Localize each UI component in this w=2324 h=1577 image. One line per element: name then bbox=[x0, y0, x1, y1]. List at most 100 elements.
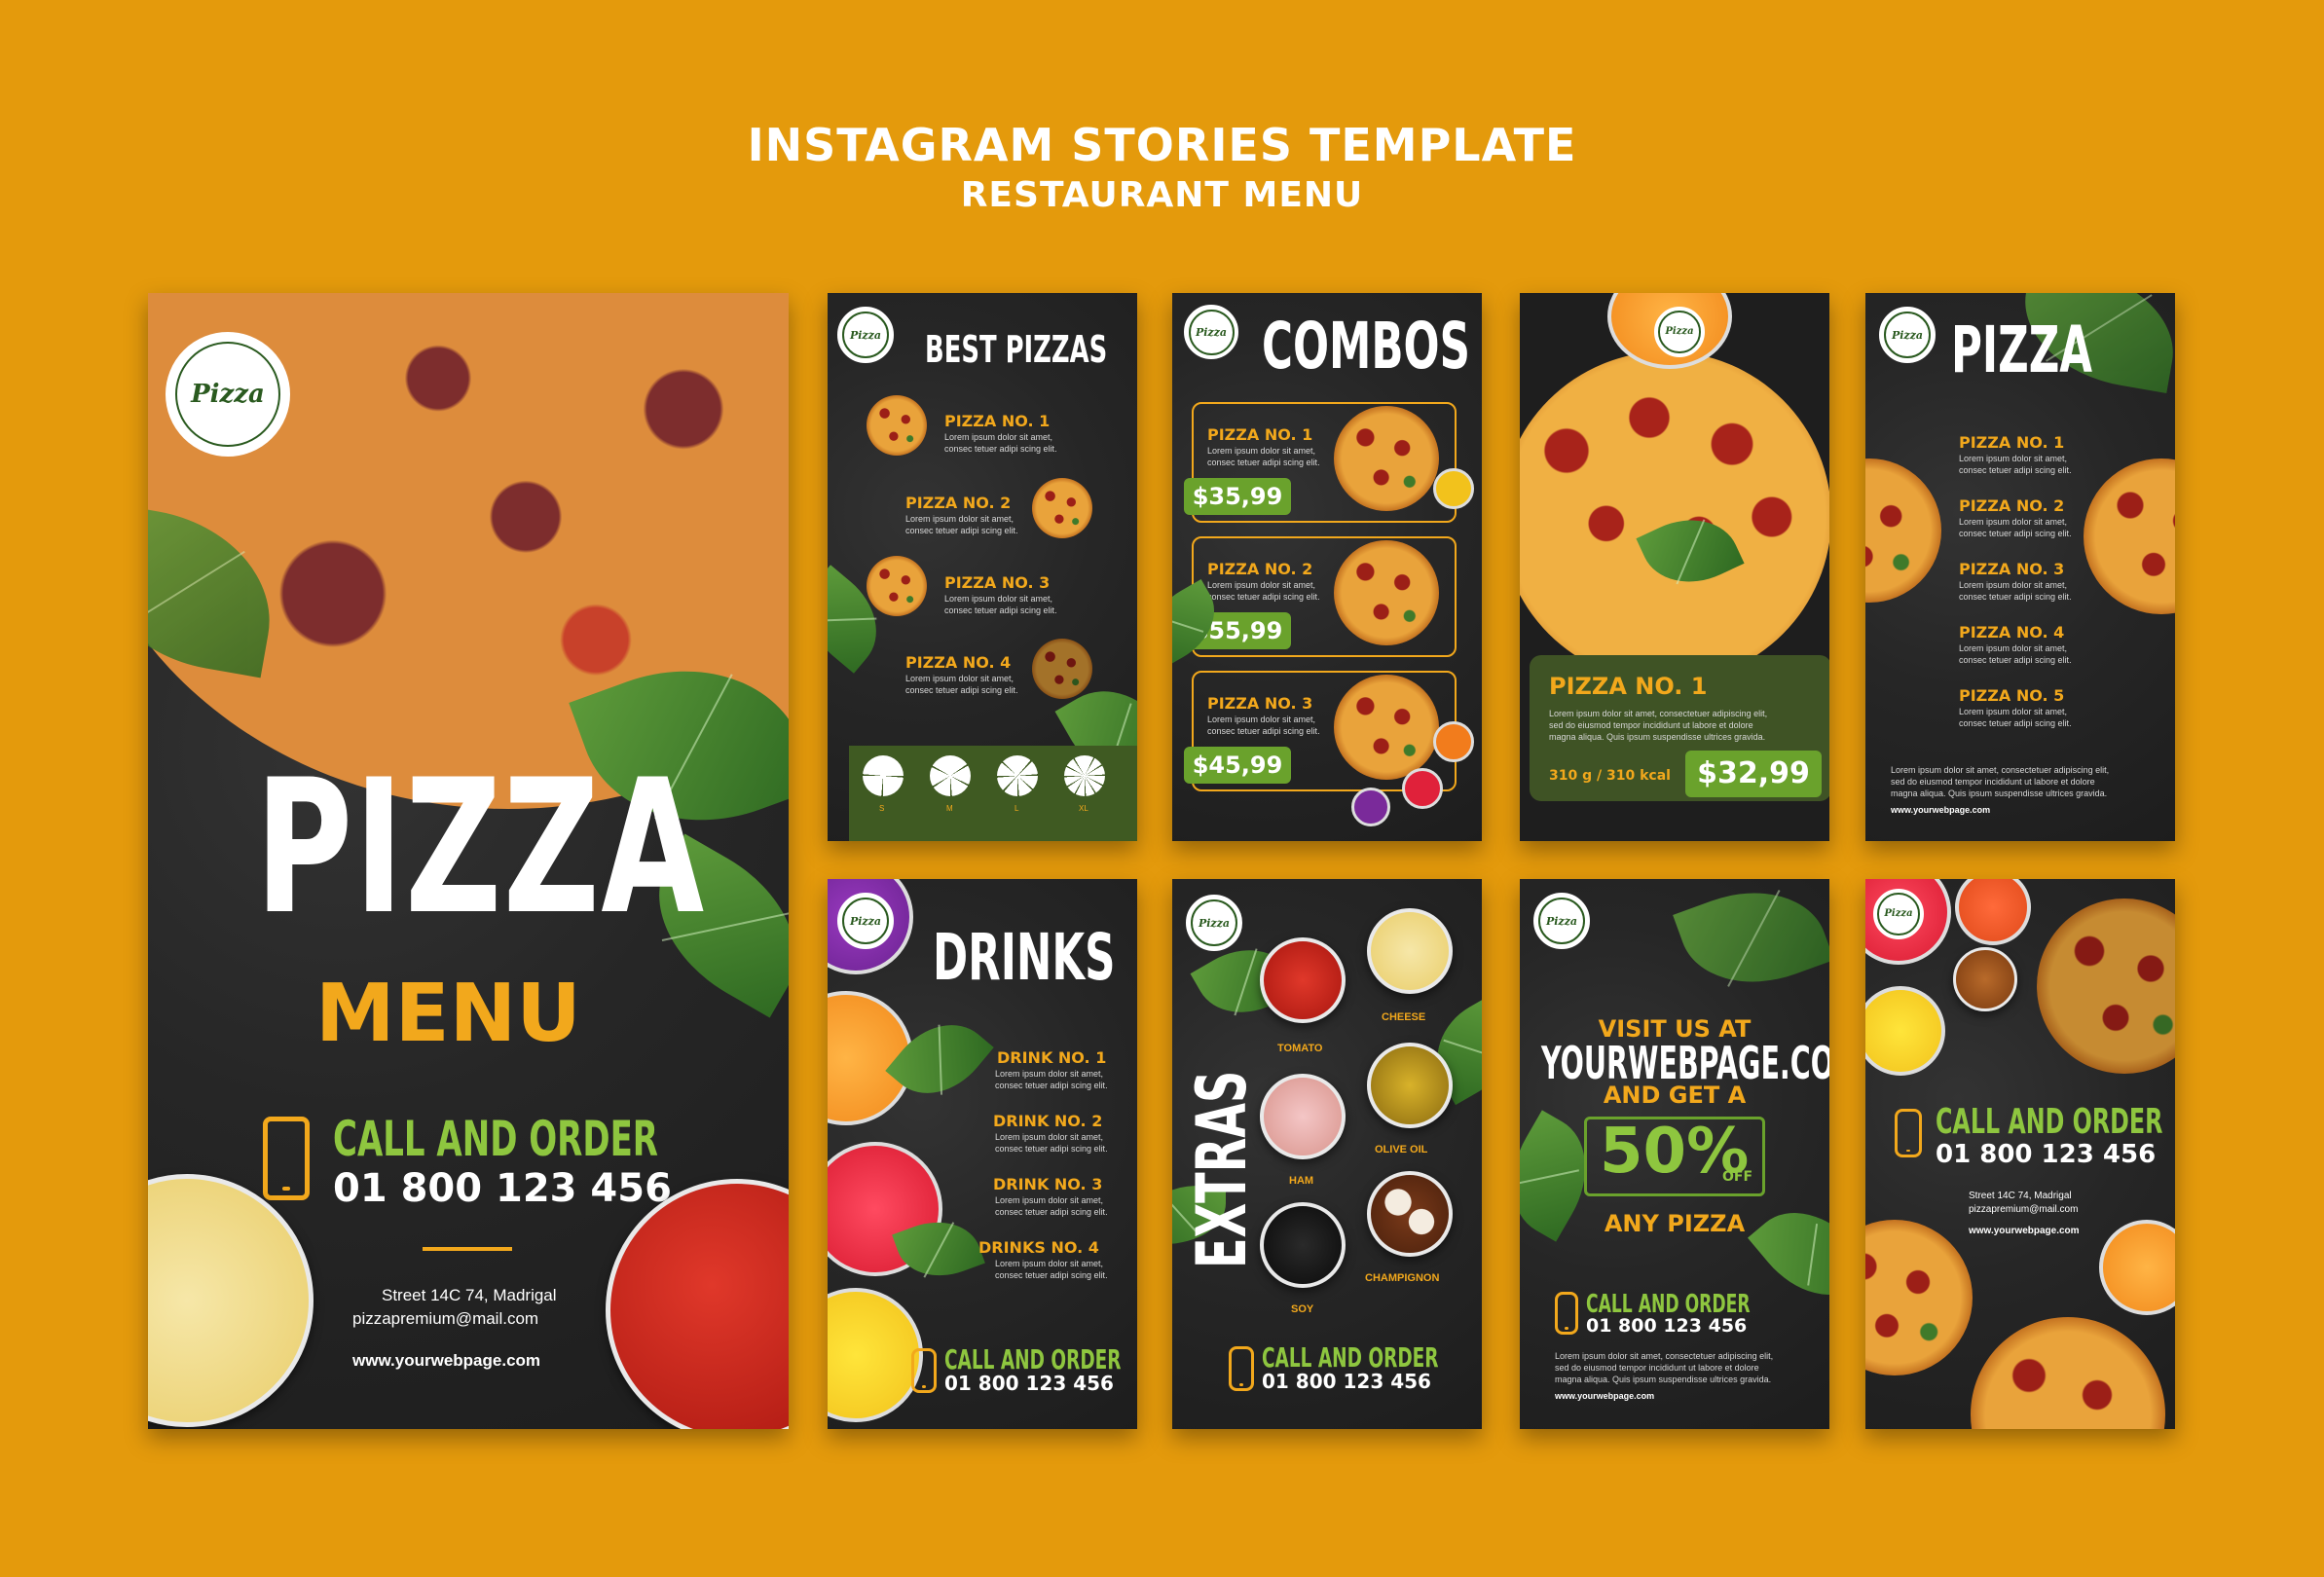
pizza-logo: Pizza bbox=[1533, 893, 1590, 949]
cheese-bowl bbox=[1367, 908, 1453, 994]
pizza-image bbox=[2084, 458, 2175, 614]
size-l-icon[interactable] bbox=[997, 755, 1038, 796]
pizza-image bbox=[1865, 458, 1941, 603]
story-card-extras[interactable]: Pizza EXTRAS TOMATO CHEESE HAM OLIVE OIL… bbox=[1172, 879, 1482, 1429]
drink-item-title: DRINK NO. 2 bbox=[993, 1112, 1103, 1130]
website[interactable]: www.yourwebpage.com bbox=[1891, 805, 1990, 815]
pizza-item-desc: consec tetuer adipi scing elit. bbox=[905, 526, 1018, 535]
pizza-item-desc: Lorem ipsum dolor sit amet, bbox=[905, 674, 1014, 683]
pizza-image bbox=[2037, 899, 2175, 1074]
story-card-drinks[interactable]: Pizza DRINKS DRINK NO. 1 Lorem ipsum dol… bbox=[828, 879, 1137, 1429]
combo-desc: consec tetuer adipi scing elit. bbox=[1207, 458, 1320, 467]
combo-desc: consec tetuer adipi scing elit. bbox=[1207, 726, 1320, 736]
pizza-item-desc: consec tetuer adipi scing elit. bbox=[944, 605, 1057, 615]
discount-off: OFF bbox=[1722, 1169, 1753, 1185]
extra-label: CHAMPIGNON bbox=[1365, 1272, 1440, 1284]
pizza-logo: Pizza bbox=[837, 307, 894, 363]
drink-item-title: DRINK NO. 1 bbox=[997, 1048, 1107, 1067]
pizza-logo: Pizza bbox=[166, 332, 290, 457]
drink-item-desc: Lorem ipsum dolor sit amet, bbox=[995, 1132, 1104, 1142]
cta-text[interactable]: CALL AND ORDER bbox=[333, 1115, 658, 1163]
size-s-icon[interactable] bbox=[863, 755, 904, 796]
pizza-item-title: PIZZA NO. 3 bbox=[944, 573, 1051, 592]
pizza-logo: Pizza bbox=[1186, 895, 1242, 951]
feature-weight: 310 g / 310 kcal bbox=[1549, 768, 1671, 784]
pizza-image bbox=[867, 395, 927, 456]
pizza-image bbox=[1971, 1317, 2165, 1429]
size-m-icon[interactable] bbox=[930, 755, 971, 796]
website[interactable]: www.yourwebpage.com bbox=[352, 1351, 540, 1371]
size-label: S bbox=[879, 804, 885, 813]
phone-icon bbox=[1229, 1346, 1254, 1391]
combo-desc: consec tetuer adipi scing elit. bbox=[1207, 592, 1320, 602]
page-title: INSTAGRAM STORIES TEMPLATE bbox=[747, 119, 1577, 171]
basil-leaf bbox=[1748, 1188, 1829, 1320]
promo-website[interactable]: YOURWEBPAGE.COM bbox=[1541, 1039, 1829, 1088]
email[interactable]: pizzapremium@mail.com bbox=[352, 1309, 538, 1329]
phone-icon bbox=[1555, 1292, 1578, 1335]
footer-text: Lorem ipsum dolor sit amet, consectetuer… bbox=[1555, 1351, 1774, 1361]
phone-number[interactable]: 01 800 123 456 bbox=[333, 1169, 672, 1208]
basil-leaf bbox=[1673, 879, 1829, 1007]
extra-label: CHEESE bbox=[1382, 1011, 1426, 1023]
card-title: DRINKS bbox=[933, 920, 1116, 995]
drink-item-desc: consec tetuer adipi scing elit. bbox=[995, 1270, 1108, 1280]
phone-number[interactable]: 01 800 123 456 bbox=[944, 1374, 1114, 1393]
size-label: XL bbox=[1079, 804, 1088, 813]
pizza-item-desc: consec tetuer adipi scing elit. bbox=[1959, 655, 2072, 665]
email[interactable]: pizzapremium@mail.com bbox=[1969, 1204, 2078, 1215]
pizza-image bbox=[1334, 540, 1439, 645]
drink-glass bbox=[2099, 1220, 2175, 1315]
size-xl-icon[interactable] bbox=[1064, 755, 1105, 796]
story-card-best-pizzas[interactable]: Pizza BEST PIZZAS PIZZA NO. 1 Lorem ipsu… bbox=[828, 293, 1137, 841]
story-card-combos[interactable]: Pizza COMBOS PIZZA NO. 1 Lorem ipsum dol… bbox=[1172, 293, 1482, 841]
pizza-item-desc: consec tetuer adipi scing elit. bbox=[1959, 529, 2072, 538]
pizza-item-title: PIZZA NO. 5 bbox=[1959, 686, 2065, 705]
story-card-contact[interactable]: Pizza CALL AND ORDER 01 800 123 456 Stre… bbox=[1865, 879, 2175, 1429]
card-title: PIZZA bbox=[1951, 312, 2093, 387]
phone-number[interactable]: 01 800 123 456 bbox=[1262, 1372, 1431, 1391]
sauce-cup bbox=[1433, 468, 1474, 509]
sauce-cup bbox=[1351, 788, 1390, 826]
spice-bowl bbox=[1953, 947, 2017, 1011]
pizza-item-desc: consec tetuer adipi scing elit. bbox=[905, 685, 1018, 695]
feature-desc: Lorem ipsum dolor sit amet, consectetuer… bbox=[1549, 709, 1768, 718]
phone-icon bbox=[263, 1117, 310, 1200]
feature-desc: magna aliqua. Quis ipsum suspendisse ult… bbox=[1549, 732, 1766, 742]
footer-text: magna aliqua. Quis ipsum suspendisse ult… bbox=[1891, 788, 2108, 798]
extra-label: TOMATO bbox=[1277, 1043, 1323, 1054]
website[interactable]: www.yourwebpage.com bbox=[1969, 1226, 2080, 1236]
combo-desc: Lorem ipsum dolor sit amet, bbox=[1207, 580, 1316, 590]
drink-glass bbox=[1955, 879, 2031, 945]
footer-text: sed do eiusmod tempor incididunt ut labo… bbox=[1555, 1363, 1759, 1373]
pizza-logo: Pizza bbox=[837, 893, 894, 949]
soy-bowl bbox=[1260, 1202, 1346, 1288]
pizza-item-title: PIZZA NO. 1 bbox=[1959, 433, 2065, 452]
combo-price[interactable]: $45,99 bbox=[1184, 747, 1291, 784]
phone-number[interactable]: 01 800 123 456 bbox=[1936, 1142, 2156, 1167]
pizza-item-desc: Lorem ipsum dolor sit amet, bbox=[1959, 454, 2068, 463]
cta-text[interactable]: CALL AND ORDER bbox=[944, 1346, 1122, 1374]
combo-price[interactable]: $35,99 bbox=[1184, 478, 1291, 515]
phone-number[interactable]: 01 800 123 456 bbox=[1586, 1317, 1747, 1336]
feature-price[interactable]: $32,99 bbox=[1685, 751, 1822, 797]
pizza-item-desc: consec tetuer adipi scing elit. bbox=[1959, 465, 2072, 475]
story-card-promo[interactable]: Pizza VISIT US AT YOURWEBPAGE.COM AND GE… bbox=[1520, 879, 1829, 1429]
address: Street 14C 74, Madrigal bbox=[382, 1286, 557, 1304]
story-card-feature[interactable]: Pizza PIZZA NO. 1 Lorem ipsum dolor sit … bbox=[1520, 293, 1829, 841]
divider bbox=[423, 1247, 512, 1251]
pizza-logo: Pizza bbox=[1879, 307, 1936, 363]
cta-text[interactable]: CALL AND ORDER bbox=[1262, 1344, 1439, 1372]
pizza-item-desc: Lorem ipsum dolor sit amet, bbox=[1959, 580, 2068, 590]
website[interactable]: www.yourwebpage.com bbox=[1555, 1391, 1654, 1401]
story-card-main[interactable]: Pizza PIZZA MENU CALL AND ORDER 01 800 1… bbox=[148, 293, 789, 1429]
promo-line: ANY PIZZA bbox=[1604, 1210, 1746, 1237]
cta-text[interactable]: CALL AND ORDER bbox=[1586, 1292, 1751, 1317]
pizza-item-title: PIZZA NO. 3 bbox=[1959, 560, 2065, 578]
story-card-pizza-list[interactable]: Pizza PIZZA PIZZA NO. 1 Lorem ipsum dolo… bbox=[1865, 293, 2175, 841]
feature-title: PIZZA NO. 1 bbox=[1549, 673, 1708, 700]
main-subtitle: MENU bbox=[315, 968, 581, 1060]
drink-item-desc: Lorem ipsum dolor sit amet, bbox=[995, 1259, 1104, 1268]
footer-text: Lorem ipsum dolor sit amet, consectetuer… bbox=[1891, 765, 2110, 775]
cta-text[interactable]: CALL AND ORDER bbox=[1936, 1105, 2162, 1140]
